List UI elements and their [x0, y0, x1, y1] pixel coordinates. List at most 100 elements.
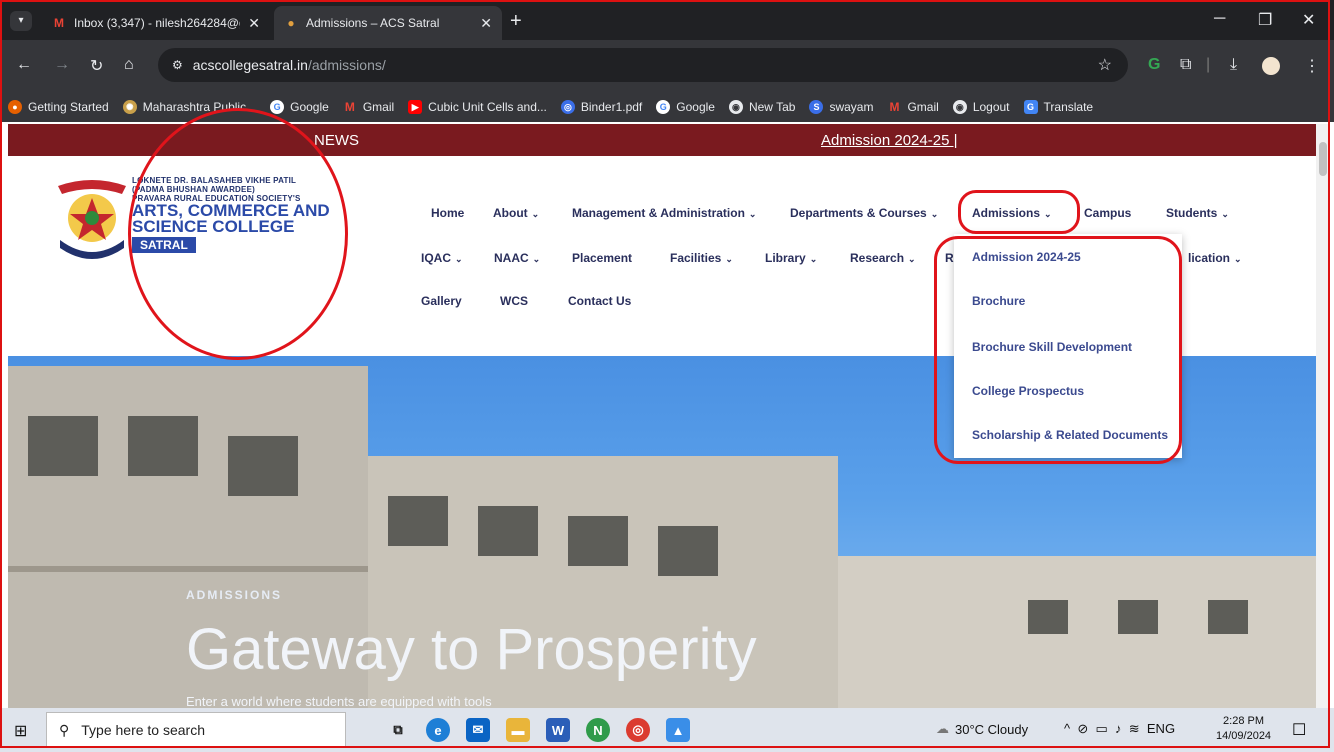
chrome-icon[interactable]: ◎	[626, 718, 650, 742]
tab-gmail[interactable]: M Inbox (3,347) - nilesh264284@g ✕	[42, 6, 270, 40]
gmail-icon: M	[889, 100, 900, 114]
grammarly-icon[interactable]: G	[1148, 56, 1160, 74]
nav-management[interactable]: Management & Administration ⌄	[572, 206, 756, 220]
download-icon[interactable]: ⤓	[1230, 56, 1237, 74]
nav-wcs[interactable]: WCS	[500, 294, 528, 308]
window-shape	[1118, 600, 1158, 634]
emblem-icon: ✺	[122, 100, 137, 114]
nav-about[interactable]: About ⌄	[493, 206, 539, 220]
chevron-down-icon: ⌄	[1234, 254, 1242, 264]
clock[interactable]: 2:28 PM 14/09/2024	[1216, 714, 1271, 744]
close-tab-icon[interactable]: ✕	[480, 15, 492, 32]
nav-label: IQAC	[421, 251, 451, 265]
nav-publication[interactable]: lication ⌄	[1188, 251, 1242, 265]
nav-naac[interactable]: NAAC ⌄	[494, 251, 540, 265]
nav-home[interactable]: Home	[431, 206, 464, 220]
cloud-icon: ☁	[936, 721, 949, 736]
close-window-icon[interactable]: ✕	[1302, 10, 1315, 30]
window-shape	[478, 506, 538, 556]
address-bar[interactable]: ⚙ acscollegesatral.in/admissions/ ☆	[158, 48, 1128, 82]
edge-icon[interactable]: e	[426, 718, 450, 742]
chevron-down-icon: ⌄	[809, 254, 818, 264]
globe-icon: ◉	[952, 100, 967, 114]
forward-icon[interactable]: →	[54, 56, 70, 74]
new-tab-button[interactable]: +	[510, 10, 522, 33]
mail-icon[interactable]: ✉	[466, 718, 490, 742]
close-tab-icon[interactable]: ✕	[248, 15, 260, 32]
clock-time: 2:28 PM	[1223, 715, 1265, 727]
home-icon[interactable]: ⌂	[124, 56, 134, 74]
minimize-icon[interactable]: ─	[1214, 10, 1225, 28]
annotation-circle-logo	[128, 108, 348, 360]
bookmark-label: Google	[290, 100, 329, 114]
profile-avatar[interactable]	[1262, 57, 1280, 75]
word-icon[interactable]: W	[546, 718, 570, 742]
chevron-down-icon: ⌄	[455, 254, 463, 264]
extensions-icon[interactable]: ⧉	[1180, 56, 1191, 74]
bookmark-item[interactable]: Sswayam	[809, 100, 873, 114]
news-label: NEWS	[314, 132, 359, 149]
nav-library[interactable]: Library ⌄	[765, 251, 817, 265]
window-shape	[568, 516, 628, 566]
gmail-icon: M	[344, 100, 355, 114]
battery-icon: ▭	[1095, 721, 1108, 736]
search-placeholder: Type here to search	[81, 722, 206, 738]
window-shape	[1028, 600, 1068, 634]
nav-facilities[interactable]: Facilities ⌄	[670, 251, 733, 265]
swayam-icon: S	[809, 100, 824, 114]
page-scrollbar[interactable]	[1316, 124, 1330, 708]
photos-icon[interactable]: ▲	[666, 718, 690, 742]
tab-admissions[interactable]: ● Admissions – ACS Satral ✕	[274, 6, 502, 40]
chrome-profile-icon[interactable]: N	[586, 718, 610, 742]
bookmark-item[interactable]: ◉ New Tab	[728, 100, 795, 114]
bookmark-item[interactable]: M Gmail	[343, 100, 394, 114]
nav-campus[interactable]: Campus	[1084, 206, 1131, 220]
bookmark-item[interactable]: ● Getting Started	[8, 100, 109, 114]
scrollbar-thumb[interactable]	[1319, 142, 1327, 176]
window-shape	[658, 526, 718, 576]
google-icon: G	[270, 100, 285, 114]
nav-contact[interactable]: Contact Us	[568, 294, 631, 308]
bookmark-item[interactable]: ◎ Binder1.pdf	[560, 100, 642, 114]
site-info-icon[interactable]: ⚙	[172, 58, 183, 72]
window-shape	[128, 416, 198, 476]
college-logo-icon[interactable]	[52, 174, 132, 264]
tab-title: Inbox (3,347) - nilesh264284@g	[74, 16, 241, 30]
system-tray[interactable]: ^ ⊘ ▭ ♪ ≋ ENG	[1064, 721, 1175, 737]
annotation-box-admissions	[958, 190, 1080, 234]
hero-title: Gateway to Prosperity	[186, 617, 757, 682]
tab-search-button[interactable]: ▾	[10, 11, 32, 31]
notifications-icon[interactable]: ☐	[1292, 720, 1306, 740]
nav-iqac[interactable]: IQAC ⌄	[421, 251, 463, 265]
weather-widget[interactable]: ☁ 30°C Cloudy	[936, 721, 1028, 737]
nav-placement[interactable]: Placement	[572, 251, 632, 265]
bookmark-item[interactable]: ▶ Cubic Unit Cells and...	[408, 100, 547, 114]
bookmark-label: swayam	[829, 100, 874, 114]
file-explorer-icon[interactable]: ▬	[506, 718, 530, 742]
bookmark-item[interactable]: M Gmail	[887, 100, 938, 114]
bookmark-item[interactable]: ◉ Logout	[952, 100, 1010, 114]
bookmark-star-icon[interactable]: ☆	[1098, 55, 1112, 75]
bookmark-item[interactable]: G Google	[270, 100, 329, 114]
nav-students[interactable]: Students ⌄	[1166, 206, 1229, 220]
news-ticker-link[interactable]: Admission 2024-25 |	[821, 132, 957, 149]
chevron-up-icon: ^	[1064, 721, 1071, 736]
chevron-down-icon: ⌄	[725, 254, 733, 264]
nav-label: Departments & Courses	[790, 206, 927, 220]
window-shape	[228, 436, 298, 496]
toolbar-divider: |	[1206, 56, 1211, 73]
nav-departments[interactable]: Departments & Courses ⌄	[790, 206, 938, 220]
taskbar-search[interactable]: ⚲ Type here to search	[46, 712, 346, 748]
bookmark-item[interactable]: G Translate	[1023, 100, 1093, 114]
reload-icon[interactable]: ↻	[90, 56, 103, 76]
task-view-icon[interactable]: ⧉	[386, 718, 410, 742]
menu-kebab-icon[interactable]: ⋮	[1304, 56, 1320, 76]
nav-research[interactable]: Research ⌄	[850, 251, 916, 265]
bookmark-label: Google	[676, 100, 715, 114]
nav-gallery[interactable]: Gallery	[421, 294, 462, 308]
bookmark-item[interactable]: G Google	[656, 100, 715, 114]
restore-icon[interactable]: ❐	[1258, 10, 1272, 30]
windows-start-icon[interactable]: ⊞	[14, 721, 27, 741]
back-icon[interactable]: ←	[16, 56, 32, 74]
hero-description: Enter a world where students are equippe…	[186, 694, 492, 708]
